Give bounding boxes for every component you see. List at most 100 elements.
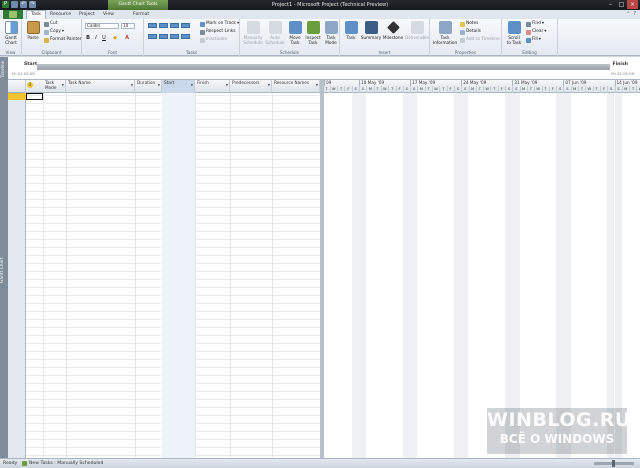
percent-25-icon[interactable] <box>159 23 168 28</box>
close-button[interactable]: × <box>627 0 638 9</box>
find-button[interactable]: Find ▾ <box>526 21 544 27</box>
cut-button[interactable]: Cut <box>44 21 57 27</box>
file-tab[interactable] <box>3 10 23 19</box>
details-button[interactable]: Details <box>460 29 481 35</box>
chevron-down-icon: ▼ <box>315 83 318 87</box>
column-resource-names[interactable]: Resource Names ▼ <box>272 80 320 93</box>
highlight-color-icon[interactable]: ◆ <box>112 35 118 41</box>
column-task-name[interactable]: Task Name ▼ <box>66 80 135 93</box>
zoom-slider[interactable] <box>594 460 634 467</box>
format-painter-label: Format Painter <box>50 37 82 42</box>
mark-on-track-button[interactable]: Mark on Track ▾ <box>200 21 239 27</box>
inactivate-button[interactable]: Inactivate <box>200 37 227 43</box>
timeline-pane[interactable]: Start Fri 01.05.09 Finish Fri 01.05.09 <box>8 57 640 80</box>
timeline-finish-date: Fri 01.05.09 <box>611 71 634 76</box>
timescale-day: M <box>519 86 527 93</box>
bold-button[interactable]: B <box>85 35 91 41</box>
underline-button[interactable]: U <box>101 35 107 41</box>
timescale-day: M <box>417 86 424 93</box>
save-icon[interactable] <box>11 1 18 8</box>
percent-50-icon[interactable] <box>170 23 179 28</box>
move-task-button[interactable]: Move Task <box>286 21 304 45</box>
clear-label: Clear <box>532 29 544 34</box>
tab-resource[interactable]: Resource <box>50 11 71 19</box>
task-mode-button[interactable]: Task Mode <box>322 21 340 45</box>
tab-format[interactable]: Format <box>133 11 149 19</box>
scroll-to-task-button[interactable]: Scroll to Task <box>504 21 524 45</box>
tab-task[interactable]: Task <box>26 10 46 19</box>
tab-project[interactable]: Project <box>79 11 95 19</box>
quick-access-toolbar: P ↶ ↷ <box>2 1 36 8</box>
outdent-icon[interactable] <box>159 34 168 39</box>
auto-schedule-button[interactable]: Auto Schedule <box>264 21 286 45</box>
row-header-column <box>8 93 26 458</box>
redo-icon[interactable]: ↷ <box>29 1 36 8</box>
maximize-button[interactable]: □ <box>616 0 627 9</box>
help-icon[interactable]: ? <box>633 11 636 17</box>
ribbon-minimize-icon[interactable]: ⌃ <box>626 11 630 17</box>
grid-column-line <box>66 93 67 458</box>
summary-button[interactable]: Summary <box>360 21 382 40</box>
add-to-timeline-button[interactable]: Add to Timeline <box>460 37 500 43</box>
clear-button[interactable]: Clear ▾ <box>526 29 546 35</box>
select-all-corner[interactable] <box>8 80 26 93</box>
view-bar[interactable]: Gantt Chart <box>0 80 8 458</box>
timescale-day: S <box>410 86 417 93</box>
font-size-combo[interactable]: 10 <box>121 23 135 29</box>
find-label: Find <box>532 21 541 26</box>
task-sheet[interactable]: i Task Mode ▼ Task Name ▼ Duration ▼ Start ▼… <box>8 80 321 458</box>
selected-cell[interactable] <box>26 93 43 100</box>
tab-view[interactable]: View <box>103 11 114 19</box>
link-tasks-icon[interactable] <box>170 34 179 39</box>
gantt-chart-pane[interactable]: 09 T W T F S 10 May '09 S M T W T F S 17 May '09 S M T W T F… <box>324 80 640 458</box>
column-finish[interactable]: Finish ▼ <box>195 80 230 93</box>
unlink-tasks-icon[interactable] <box>181 34 190 39</box>
manually-schedule-button[interactable]: Manually Schedule <box>242 21 264 45</box>
milestone-button[interactable]: Milestone <box>382 21 404 40</box>
milestone-label: Milestone <box>382 35 404 40</box>
view-bar-label: Gantt Chart <box>0 257 5 283</box>
percent-100-icon[interactable] <box>181 23 190 28</box>
column-duration-label: Duration <box>137 80 156 85</box>
gantt-timescale: 09 T W T F S 10 May '09 S M T W T F S 17 May '09 S M T W T F… <box>324 80 640 93</box>
gantt-chart-button[interactable]: Gantt Chart <box>0 21 22 45</box>
start-column-highlight <box>162 93 195 458</box>
copy-label: Copy <box>50 29 61 34</box>
column-start[interactable]: Start ▼ <box>162 80 195 93</box>
paste-button[interactable]: Paste <box>22 21 44 40</box>
font-group-label: Font <box>107 50 118 55</box>
minimize-button[interactable]: – <box>605 0 616 9</box>
column-start-label: Start <box>164 80 175 85</box>
editing-group: Scroll to Task Find ▾ Clear ▾ Fill ▾ Edi… <box>502 19 558 56</box>
new-tasks-mode[interactable]: New Tasks : Manually Scheduled <box>22 459 103 468</box>
respect-links-button[interactable]: Respect Links <box>200 29 236 35</box>
project-app-icon[interactable]: P <box>2 1 9 8</box>
inspect-task-button[interactable]: Inspect Task <box>304 21 322 45</box>
task-button[interactable]: Task <box>342 21 360 40</box>
schedule-group: Manually Schedule Auto Schedule Move Tas… <box>240 19 340 56</box>
timescale-day: W <box>432 86 439 93</box>
timescale-day: M <box>570 86 578 93</box>
font-name-combo[interactable]: Calibri <box>85 23 119 29</box>
column-predecessors[interactable]: Predecessors ▼ <box>230 80 272 93</box>
notes-button[interactable]: Notes <box>460 21 478 27</box>
timescale-day: T <box>324 86 330 93</box>
column-task-mode[interactable]: Task Mode ▼ <box>43 80 66 93</box>
percent-0-icon[interactable] <box>148 23 157 28</box>
add-to-timeline-icon <box>460 37 465 43</box>
copy-button[interactable]: Copy ▾ <box>44 29 64 35</box>
timeline-bar[interactable] <box>37 64 610 70</box>
undo-icon[interactable]: ↶ <box>20 1 27 8</box>
italic-button[interactable]: I <box>93 35 99 41</box>
indent-icon[interactable] <box>148 34 157 39</box>
fill-button[interactable]: Fill ▾ <box>526 37 541 43</box>
deliverable-button[interactable]: Deliverable <box>404 21 430 40</box>
font-color-icon[interactable]: A <box>124 35 130 41</box>
timeline-side-tab[interactable]: Timeline <box>0 57 8 80</box>
task-information-button[interactable]: Task Information <box>432 21 458 45</box>
tasks-group: Mark on Track ▾ Respect Links Inactivate… <box>144 19 240 56</box>
selected-row-header[interactable] <box>8 93 26 100</box>
column-duration[interactable]: Duration ▼ <box>135 80 162 93</box>
nonworking-time <box>410 93 418 458</box>
format-painter-button[interactable]: Format Painter <box>44 37 82 43</box>
